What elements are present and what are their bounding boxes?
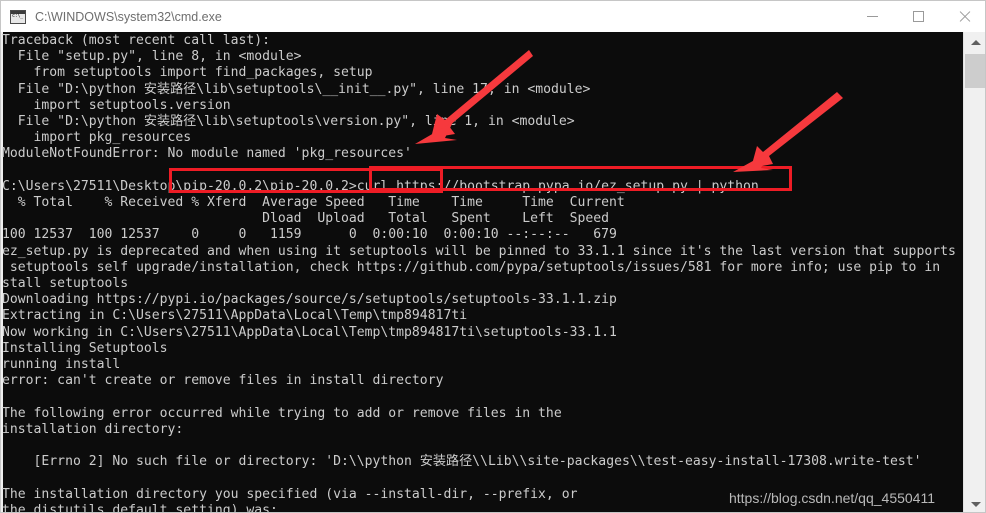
scroll-up-icon[interactable]: [964, 32, 985, 52]
scroll-thumb[interactable]: [965, 54, 985, 88]
maximize-icon: [912, 11, 924, 22]
vertical-scrollbar[interactable]: [963, 32, 985, 512]
scroll-down-icon[interactable]: [964, 494, 985, 512]
cmd-icon: [10, 9, 26, 24]
minimize-icon: [866, 16, 878, 17]
watermark: https://blog.csdn.net/qq_4550411: [728, 490, 935, 506]
terminal-text: Traceback (most recent call last): File …: [2, 33, 956, 513]
console-area: Traceback (most recent call last): File …: [1, 32, 985, 513]
maximize-button[interactable]: [895, 1, 941, 32]
terminal-output[interactable]: Traceback (most recent call last): File …: [1, 32, 963, 513]
minimize-button[interactable]: [849, 1, 895, 32]
title-bar[interactable]: C:\WINDOWS\system32\cmd.exe: [1, 1, 985, 32]
window-title: C:\WINDOWS\system32\cmd.exe: [35, 9, 222, 24]
window-controls: [849, 1, 985, 32]
close-button[interactable]: [941, 1, 985, 32]
close-icon: [958, 10, 971, 23]
title-bar-left: C:\WINDOWS\system32\cmd.exe: [1, 9, 849, 24]
cmd-window: C:\WINDOWS\system32\cmd.exe Traceback (m…: [0, 0, 986, 513]
